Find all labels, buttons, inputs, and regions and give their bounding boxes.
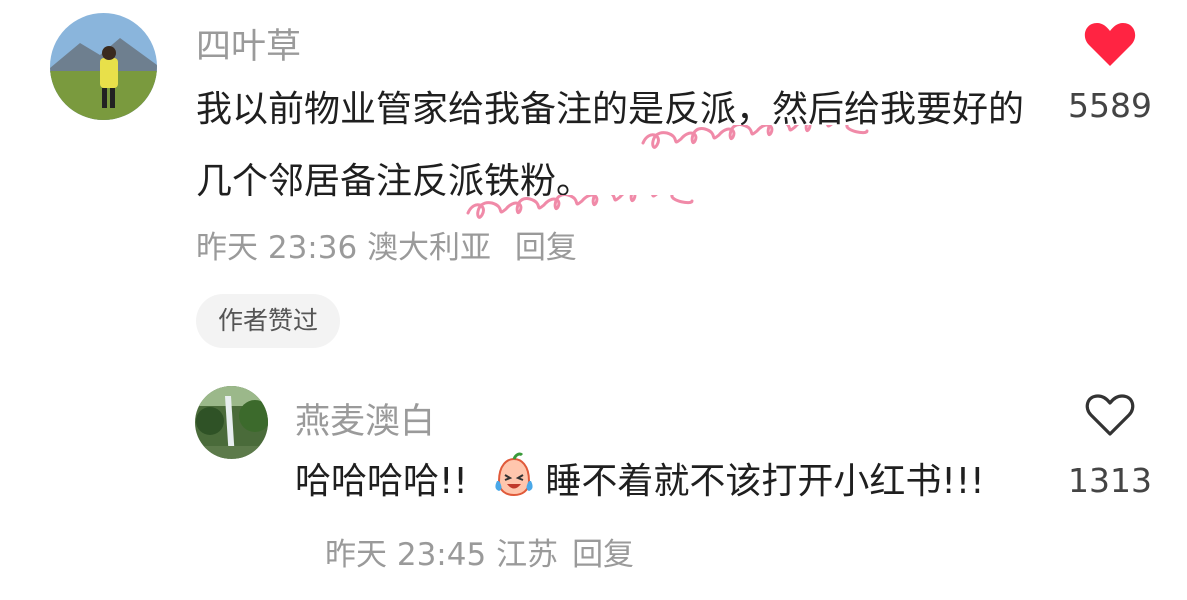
commenter-avatar[interactable]	[50, 13, 157, 120]
replier-avatar[interactable]	[195, 386, 268, 459]
author-liked-badge: 作者赞过	[196, 294, 341, 348]
heart-filled-icon[interactable]	[1083, 20, 1137, 68]
avatar-photo-waterfall	[195, 386, 268, 459]
reply-text-part-1: 哈哈哈哈!!	[295, 461, 480, 502]
replier-name[interactable]: 燕麦澳白	[295, 393, 435, 444]
comment-location: 澳大利亚	[367, 230, 492, 266]
reply-location: 江苏	[496, 537, 559, 573]
comment-time: 昨天 23:36	[196, 230, 358, 266]
like-count: 5589	[1068, 86, 1152, 125]
squiggle-underline-1	[641, 125, 869, 149]
laughing-crying-face-icon	[489, 451, 539, 501]
reply-text: 哈哈哈哈!! 睡不着就不该打开小红书!!! 昨天 23:45 江苏 回复	[295, 446, 1035, 591]
avatar-photo-mountain	[50, 13, 157, 120]
reply-meta: 昨天 23:45 江苏 回复	[325, 537, 634, 573]
reply-time: 昨天 23:45	[325, 537, 487, 573]
reply-reply-button[interactable]: 回复	[572, 537, 634, 573]
reply-text-part-2: 睡不着就不该打开小红书!!!	[545, 461, 985, 502]
heart-outline-icon[interactable]	[1084, 392, 1136, 438]
reply-button[interactable]: 回复	[515, 230, 577, 266]
reply-like-count: 1313	[1068, 461, 1152, 500]
commenter-name[interactable]: 四叶草	[196, 18, 301, 69]
comment-meta: 昨天 23:36 澳大利亚 回复	[196, 222, 577, 267]
